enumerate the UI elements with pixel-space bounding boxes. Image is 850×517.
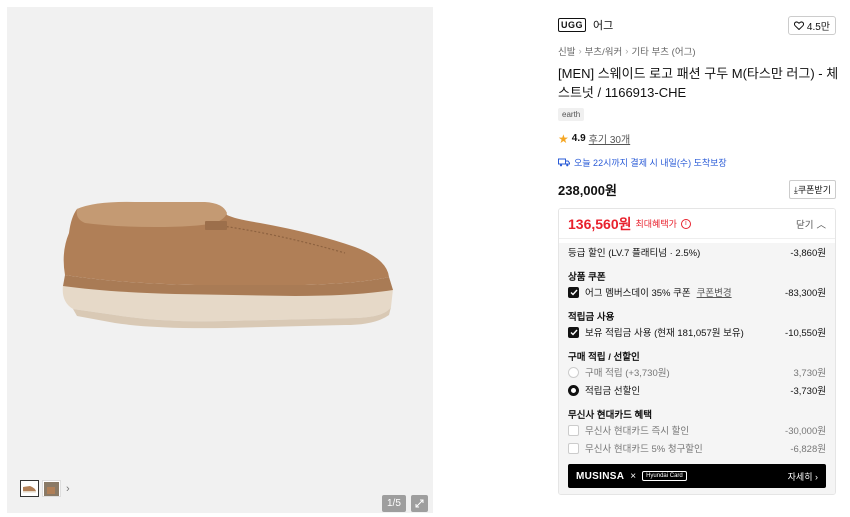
heart-icon xyxy=(793,20,804,30)
thumbnail-strip: › xyxy=(20,480,70,497)
card-instant-label: 무신사 현대카드 즉시 할인 xyxy=(585,426,690,437)
product-title: [MEN] 스웨이드 로고 패션 구두 M(타스만 러그) - 체스트넛 / 1… xyxy=(558,66,839,100)
like-count: 4.5만 xyxy=(806,21,830,33)
card-instant-checkbox[interactable] xyxy=(568,424,579,436)
coupon-change-link[interactable]: 쿠폰변경 xyxy=(697,285,732,299)
card-billing-checkbox[interactable] xyxy=(568,442,579,454)
chevron-up-icon: ︿ xyxy=(816,219,826,231)
purchase-section-title: 구매 적립 / 선할인 xyxy=(568,352,640,363)
collapse-label: 닫기 xyxy=(796,219,814,231)
chevron-right-icon[interactable]: › xyxy=(66,483,70,495)
expand-icon[interactable] xyxy=(411,495,428,512)
rating-score: 4.9 xyxy=(571,133,586,144)
card-section-title: 무신사 현대카드 혜택 xyxy=(568,410,652,421)
hyundai-card-logo: Hyundai Card xyxy=(642,471,687,481)
purchase-points-amount: 3,730원 xyxy=(793,368,826,379)
product-info-panel: UGG 어그 4.5만 신발 › 부츠/워커 › 기타 부츠 (어그) [MEN… xyxy=(548,7,846,517)
coupon-checkbox[interactable] xyxy=(568,286,579,298)
coupon-amount: -83,300원 xyxy=(785,288,826,299)
grade-discount-amount: -3,860원 xyxy=(790,248,826,259)
benefit-box: 136,560원 최대혜택가 i 닫기 ︿ 등급 할인 (LV.7 플래티넘 ·… xyxy=(558,208,836,495)
brand-link[interactable]: UGG 어그 xyxy=(558,17,613,33)
coupon-button[interactable]: ⤓쿠폰받기 xyxy=(788,180,836,199)
card-instant-amount: -30,000원 xyxy=(785,426,826,437)
thumbnail-2[interactable] xyxy=(42,480,61,497)
thumbnail-1[interactable] xyxy=(20,480,39,497)
card-billing-amount: -6,828원 xyxy=(790,444,826,455)
grade-discount-row: 등급 할인 (LV.7 플래티넘 · 2.5%) -3,860원 xyxy=(568,243,826,261)
price-row: 238,000원 ⤓쿠폰받기 xyxy=(558,180,836,199)
product-page: › 1/5 UGG 어그 4.5만 신발 › 부츠/워커 › 기타 부츠 (어그… xyxy=(0,0,850,517)
final-price-label: 최대혜택가 xyxy=(635,219,677,229)
brand-row: UGG 어그 4.5만 xyxy=(558,15,836,35)
breadcrumb-item[interactable]: 기타 부츠 (어그) xyxy=(631,44,695,58)
truck-icon xyxy=(558,158,570,167)
benefit-details: 등급 할인 (LV.7 플래티넘 · 2.5%) -3,860원 상품 쿠폰 어… xyxy=(559,243,835,494)
benefit-header[interactable]: 136,560원 최대혜택가 i 닫기 ︿ xyxy=(559,209,835,239)
product-image-gallery[interactable]: › 1/5 xyxy=(7,7,433,513)
points-row: 보유 적립금 사용 (현재 181,057원 보유) -10,550원 xyxy=(568,323,826,341)
points-checkbox[interactable] xyxy=(568,326,579,338)
delivery-notice: 오늘 22시까지 결제 시 내일(수) 도착보장 xyxy=(558,156,836,169)
coupon-row: 어그 멤버스데이 35% 쿠폰 쿠폰변경 -83,300원 xyxy=(568,283,826,301)
final-price: 136,560원 xyxy=(568,215,632,232)
chevron-right-icon: › xyxy=(625,45,629,57)
pre-discount-label: 적립금 선할인 xyxy=(585,386,641,397)
breadcrumb-item[interactable]: 부츠/워커 xyxy=(585,44,623,58)
banner-more-label: 자세히 xyxy=(787,471,813,482)
chevron-right-icon: › xyxy=(815,471,818,482)
product-price: 238,000원 xyxy=(558,183,617,198)
reviews-link[interactable]: 후기 30개 xyxy=(589,131,631,146)
card-instant-row: 무신사 현대카드 즉시 할인 -30,000원 xyxy=(568,421,826,439)
coupon-section-title: 상품 쿠폰 xyxy=(568,272,606,283)
product-image-shoe xyxy=(62,201,393,329)
breadcrumb-item[interactable]: 신발 xyxy=(558,44,575,58)
points-section-title: 적립금 사용 xyxy=(568,312,615,323)
card-banner[interactable]: MUSINSA × Hyundai Card 자세히 › xyxy=(568,464,826,488)
delivery-text: 오늘 22시까지 결제 시 내일(수) 도착보장 xyxy=(574,158,727,168)
info-icon[interactable]: i xyxy=(680,218,691,229)
pre-discount-amount: -3,730원 xyxy=(790,386,826,397)
like-button[interactable]: 4.5만 xyxy=(787,15,836,35)
chevron-right-icon: › xyxy=(578,45,582,57)
points-label: 보유 적립금 사용 (현재 181,057원 보유) xyxy=(585,328,744,339)
coupon-label: 어그 멤버스데이 35% 쿠폰 xyxy=(585,288,691,299)
pre-discount-radio[interactable] xyxy=(568,384,579,396)
grade-discount-label: 등급 할인 (LV.7 플래티넘 · 2.5%) xyxy=(568,248,701,259)
brand-logo: UGG xyxy=(558,18,587,32)
rating-row: ★ 4.9 후기 30개 xyxy=(558,131,836,147)
collapse-button[interactable]: 닫기 ︿ xyxy=(796,217,826,231)
card-billing-label: 무신사 현대카드 5% 청구할인 xyxy=(585,444,703,455)
points-amount: -10,550원 xyxy=(785,328,826,339)
product-tag: earth xyxy=(558,108,585,121)
pre-discount-row: 적립금 선할인 -3,730원 xyxy=(568,381,826,399)
brand-name: 어그 xyxy=(593,20,614,32)
purchase-points-label: 구매 적립 (+3,730원) xyxy=(585,368,670,379)
banner-x: × xyxy=(630,470,637,482)
coupon-button-label: 쿠폰받기 xyxy=(797,185,831,195)
card-billing-row: 무신사 현대카드 5% 청구할인 -6,828원 xyxy=(568,439,826,457)
purchase-points-radio[interactable] xyxy=(568,366,579,378)
image-counter: 1/5 xyxy=(382,495,406,512)
star-icon: ★ xyxy=(558,131,569,146)
breadcrumb: 신발 › 부츠/워커 › 기타 부츠 (어그) xyxy=(558,44,836,59)
purchase-points-row: 구매 적립 (+3,730원) 3,730원 xyxy=(568,363,826,381)
musinsa-logo: MUSINSA xyxy=(576,470,625,482)
